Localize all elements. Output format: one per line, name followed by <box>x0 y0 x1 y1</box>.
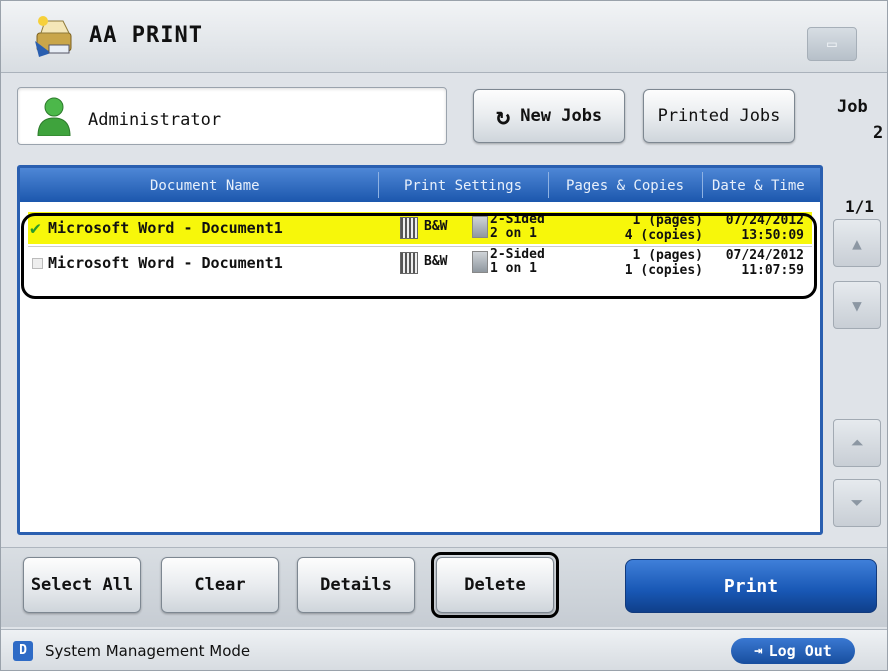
checkmark-icon: ✔ <box>30 218 41 239</box>
title-bar: AA PRINT ▭ <box>1 1 887 73</box>
duplex-icon <box>472 251 488 273</box>
settings-corner-button[interactable]: ▭ <box>807 27 857 61</box>
job-list: Document Name Print Settings Pages & Cop… <box>17 165 823 535</box>
job-date: 07/24/2012 <box>725 248 804 263</box>
job-copies: 4 (copies) <box>624 228 703 243</box>
print-button[interactable]: Print <box>625 559 877 613</box>
select-all-button[interactable]: Select All <box>23 557 141 613</box>
job-datetime: 07/24/2012 13:50:09 <box>708 213 804 243</box>
job-layout: 2 on 1 <box>490 226 537 241</box>
scroll-bottom-button[interactable]: ⏷ <box>833 479 881 527</box>
logout-label: Log Out <box>768 642 832 660</box>
details-button[interactable]: Details <box>297 557 415 613</box>
job-copies: 1 (copies) <box>624 263 703 278</box>
printer-logo-icon <box>35 16 72 57</box>
header-divider <box>702 172 703 198</box>
clear-button[interactable]: Clear <box>161 557 279 613</box>
delete-label: Delete <box>464 575 526 595</box>
bw-color-icon <box>400 217 418 239</box>
header-pages-copies: Pages & Copies <box>566 178 685 194</box>
scroll-to-bottom-icon: ⏷ <box>850 493 864 512</box>
user-field: Administrator <box>17 87 447 145</box>
job-time: 11:07:59 <box>741 263 804 278</box>
printed-jobs-button[interactable]: Printed Jobs <box>643 89 795 143</box>
header-document-name: Document Name <box>150 178 260 194</box>
header-print-settings: Print Settings <box>404 178 523 194</box>
system-mode-label: System Management Mode <box>45 642 251 660</box>
scroll-down-button[interactable]: ▼ <box>833 281 881 329</box>
new-jobs-label: New Jobs <box>520 106 603 126</box>
refresh-icon: ↻ <box>495 102 511 130</box>
job-sides: 2-Sided <box>490 248 545 262</box>
status-bar: D System Management Mode ⇥ Log Out <box>1 629 887 670</box>
clear-label: Clear <box>194 575 246 595</box>
triangle-up-icon: ▲ <box>852 233 862 253</box>
select-all-label: Select All <box>30 575 134 595</box>
job-row[interactable]: Microsoft Word - Document1 B&W 2-Sided 1… <box>28 246 812 278</box>
unchecked-box-icon <box>32 258 43 269</box>
triangle-down-icon: ▼ <box>852 295 862 315</box>
job-document-name: Microsoft Word - Document1 <box>48 219 283 237</box>
job-document-name: Microsoft Word - Document1 <box>48 254 283 272</box>
job-date: 07/24/2012 <box>725 213 804 228</box>
system-mode-icon: D <box>13 641 33 661</box>
job-sides-layout: 2-Sided 1 on 1 <box>490 248 550 276</box>
header-date-time: Date & Time <box>712 178 805 194</box>
scroll-to-top-icon: ⏶ <box>850 433 864 452</box>
delete-button[interactable]: Delete <box>436 557 554 613</box>
job-datetime: 07/24/2012 11:07:59 <box>708 248 804 278</box>
job-color-mode: B&W <box>424 219 448 234</box>
job-counter-value: 2 <box>873 123 884 143</box>
job-counter-label: Job <box>837 97 868 117</box>
logout-icon: ⇥ <box>754 643 763 659</box>
app-title: AA PRINT <box>89 23 203 48</box>
user-avatar-icon <box>37 97 71 136</box>
print-label: Print <box>723 575 779 597</box>
bw-color-icon <box>400 252 418 274</box>
job-sides: 2-Sided <box>490 213 545 227</box>
job-pages: 1 (pages) <box>632 248 703 263</box>
job-pages: 1 (pages) <box>632 213 703 228</box>
job-row[interactable]: ✔ Microsoft Word - Document1 B&W 2-Sided… <box>28 212 812 244</box>
scroll-up-button[interactable]: ▲ <box>833 219 881 267</box>
page-indicator: 1/1 <box>845 197 874 216</box>
duplex-icon <box>472 216 488 238</box>
printed-jobs-label: Printed Jobs <box>657 106 781 126</box>
new-jobs-button[interactable]: ↻ New Jobs <box>473 89 625 143</box>
header-divider <box>378 172 379 198</box>
job-list-header: Document Name Print Settings Pages & Cop… <box>20 168 820 202</box>
job-time: 13:50:09 <box>741 228 804 243</box>
job-sides-layout: 2-Sided 2 on 1 <box>490 213 550 241</box>
logout-button[interactable]: ⇥ Log Out <box>731 638 855 664</box>
details-label: Details <box>320 575 392 595</box>
job-pages-copies: 1 (pages) 1 (copies) <box>603 248 703 278</box>
print-app-window: AA PRINT ▭ Administrator ↻ New Jobs Prin… <box>0 0 888 671</box>
user-name: Administrator <box>88 110 222 130</box>
job-color-mode: B&W <box>424 254 448 269</box>
scroll-top-button[interactable]: ⏶ <box>833 419 881 467</box>
job-layout: 1 on 1 <box>490 261 537 276</box>
job-pages-copies: 1 (pages) 4 (copies) <box>603 213 703 243</box>
window-icon: ▭ <box>827 34 837 53</box>
header-divider <box>548 172 549 198</box>
